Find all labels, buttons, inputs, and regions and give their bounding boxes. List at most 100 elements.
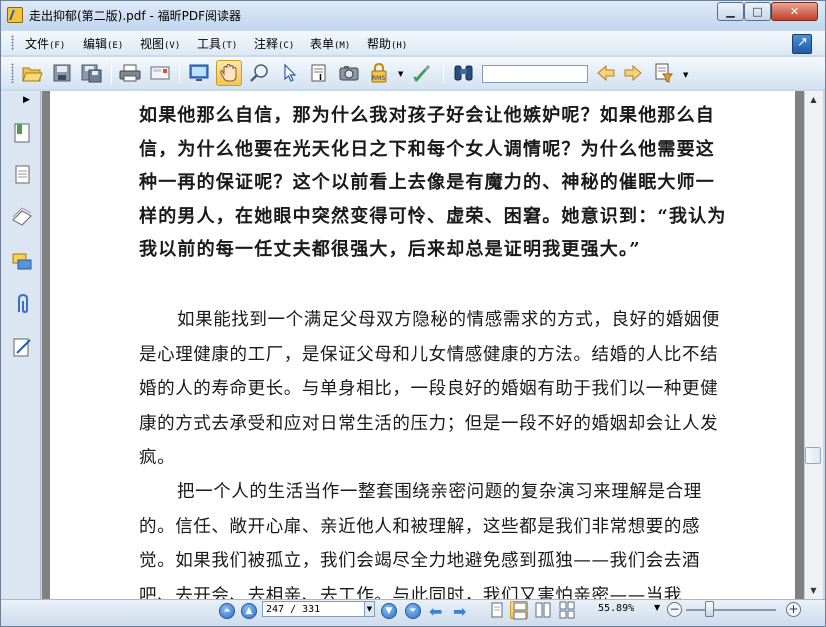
vertical-scrollbar[interactable] <box>804 91 823 599</box>
comment-icon <box>12 253 32 270</box>
layers-panel-button[interactable] <box>11 207 33 229</box>
menu-edit[interactable]: 编辑(E) <box>83 35 123 52</box>
menu-label: 注释 <box>254 37 279 51</box>
close-icon: ✕ <box>789 5 800 18</box>
rms-button[interactable]: RMS <box>367 60 393 86</box>
menu-accel: (M) <box>334 41 351 51</box>
snapshot-button[interactable] <box>336 60 362 86</box>
comments-panel-button[interactable] <box>11 251 33 273</box>
search-options-dropdown-icon[interactable]: ▼ <box>683 71 688 79</box>
attachments-panel-button[interactable] <box>11 293 33 315</box>
expand-window-button[interactable] <box>792 34 812 54</box>
maximize-button[interactable]: □ <box>744 2 771 21</box>
save-as-button[interactable] <box>79 60 105 86</box>
find-binoculars-icon <box>454 65 473 81</box>
toolbar-grip[interactable] <box>11 63 14 83</box>
find-next-icon <box>624 64 642 82</box>
sign-button[interactable] <box>409 60 435 86</box>
continuous-facing-view-button[interactable] <box>558 601 576 619</box>
toolbar-separator <box>111 62 112 84</box>
go-forward-icon[interactable]: ➡ <box>453 602 466 621</box>
next-page-button[interactable]: ▼ <box>381 603 397 619</box>
previous-page-button[interactable]: ▲ <box>241 603 257 619</box>
page-dropdown-icon[interactable]: ▼ <box>364 601 375 617</box>
menu-accel: (E) <box>107 41 124 51</box>
zoom-out-button[interactable]: − <box>667 602 682 617</box>
document-page: 如果他那么自信，那为什么我对孩子好会让他嫉妒呢？如果他那么自信，为什么他要在光天… <box>50 91 795 599</box>
menu-label: 文件 <box>25 37 50 51</box>
app-window: 走出抑郁(第二版).pdf - 福昕PDF阅读器 ▁ □ ✕ 文件(F) 编辑(… <box>0 0 826 627</box>
paragraph-text: 把一个人的生活当作一整套围绕亲密问题的复杂演习来理解是合理的。信任、敞开心扉、亲… <box>139 482 702 599</box>
first-page-icon: ⏶ <box>223 606 231 616</box>
zoom-tool-button[interactable] <box>246 60 272 86</box>
find-input[interactable] <box>482 65 588 83</box>
menu-label: 帮助 <box>367 37 392 51</box>
rms-lock-icon: RMS <box>371 62 387 83</box>
window-title: 走出抑郁(第二版).pdf - 福昕PDF阅读器 <box>29 9 241 23</box>
open-button[interactable] <box>19 60 45 86</box>
menu-accel: (V) <box>164 41 181 51</box>
menubar-grip[interactable] <box>11 35 14 51</box>
find-next-button[interactable] <box>621 60 647 86</box>
search-options-button[interactable] <box>651 60 677 86</box>
bookmarks-panel-button[interactable] <box>11 122 33 144</box>
text-select-button[interactable]: I <box>306 60 332 86</box>
continuous-view-button[interactable] <box>510 601 528 620</box>
print-button[interactable] <box>117 60 143 86</box>
menu-label: 表单 <box>310 37 335 51</box>
scroll-down-icon[interactable]: ▼ <box>804 582 823 599</box>
menu-bar: 文件(F) 编辑(E) 视图(V) 工具(T) 注释(C) 表单(M) 帮助(H… <box>1 31 825 55</box>
zoom-slider-thumb[interactable] <box>705 601 714 617</box>
email-button[interactable] <box>147 60 173 86</box>
find-previous-button[interactable] <box>592 60 618 86</box>
scroll-up-icon[interactable]: ▲ <box>804 91 823 108</box>
menu-form[interactable]: 表单(M) <box>310 35 350 52</box>
find-prev-icon <box>597 64 615 82</box>
go-back-icon[interactable]: ⬅ <box>429 602 442 621</box>
signatures-panel-button[interactable] <box>11 336 33 358</box>
fullscreen-icon <box>189 64 209 81</box>
open-icon <box>22 67 43 82</box>
last-page-icon: ⏷ <box>409 606 417 616</box>
hand-tool-button[interactable] <box>216 60 242 86</box>
menu-label: 视图 <box>140 37 165 51</box>
facing-view-button[interactable] <box>534 601 552 619</box>
minimize-icon: ▁ <box>726 5 735 18</box>
menu-comment[interactable]: 注释(C) <box>254 35 294 52</box>
panel-expand-icon[interactable]: ▶ <box>23 95 30 105</box>
svg-text:I: I <box>319 73 322 82</box>
last-page-button[interactable]: ⏷ <box>405 603 421 619</box>
menu-tools[interactable]: 工具(T) <box>197 35 237 52</box>
menu-view[interactable]: 视图(V) <box>140 35 180 52</box>
rms-dropdown-icon[interactable]: ▼ <box>398 70 403 78</box>
scroll-thumb[interactable] <box>805 447 821 464</box>
zoom-level[interactable]: 55.89% <box>598 603 634 614</box>
zoom-slider[interactable] <box>686 609 776 611</box>
find-button[interactable] <box>451 60 477 86</box>
page-number-input[interactable] <box>262 601 365 617</box>
select-button[interactable] <box>276 60 302 86</box>
single-page-view-button[interactable] <box>488 601 506 619</box>
menu-file[interactable]: 文件(F) <box>25 35 65 52</box>
paragraph-text: 如果能找到一个满足父母双方隐秘的情感需求的方式，良好的婚姻便是心理健康的工厂，是… <box>139 310 720 468</box>
paragraph: 如果能找到一个满足父母双方隐秘的情感需求的方式，良好的婚姻便是心理健康的工厂，是… <box>139 303 727 476</box>
save-button[interactable] <box>49 60 75 86</box>
minimize-button[interactable]: ▁ <box>717 2 744 21</box>
search-options-icon <box>655 63 673 83</box>
zoom-tool-icon <box>250 64 268 82</box>
menu-help[interactable]: 帮助(H) <box>367 35 407 52</box>
close-button[interactable]: ✕ <box>771 2 818 21</box>
zoom-in-button[interactable]: + <box>786 602 801 617</box>
fullscreen-button[interactable] <box>186 60 212 86</box>
layers-icon <box>12 207 32 226</box>
pages-panel-button[interactable] <box>11 164 33 186</box>
first-page-button[interactable]: ⏶ <box>219 603 235 619</box>
select-arrow-icon <box>284 63 297 82</box>
save-icon <box>53 64 71 82</box>
zoom-dropdown-icon[interactable]: ▼ <box>654 603 660 612</box>
menu-accel: (H) <box>391 41 408 51</box>
paragraph-quote: 如果他那么自信，那为什么我对孩子好会让他嫉妒呢？如果他那么自信，为什么他要在光天… <box>139 105 727 260</box>
menu-label: 工具 <box>197 37 222 51</box>
main-toolbar: I RMS ▼ <box>1 57 825 89</box>
grid-pages-icon <box>559 601 575 619</box>
